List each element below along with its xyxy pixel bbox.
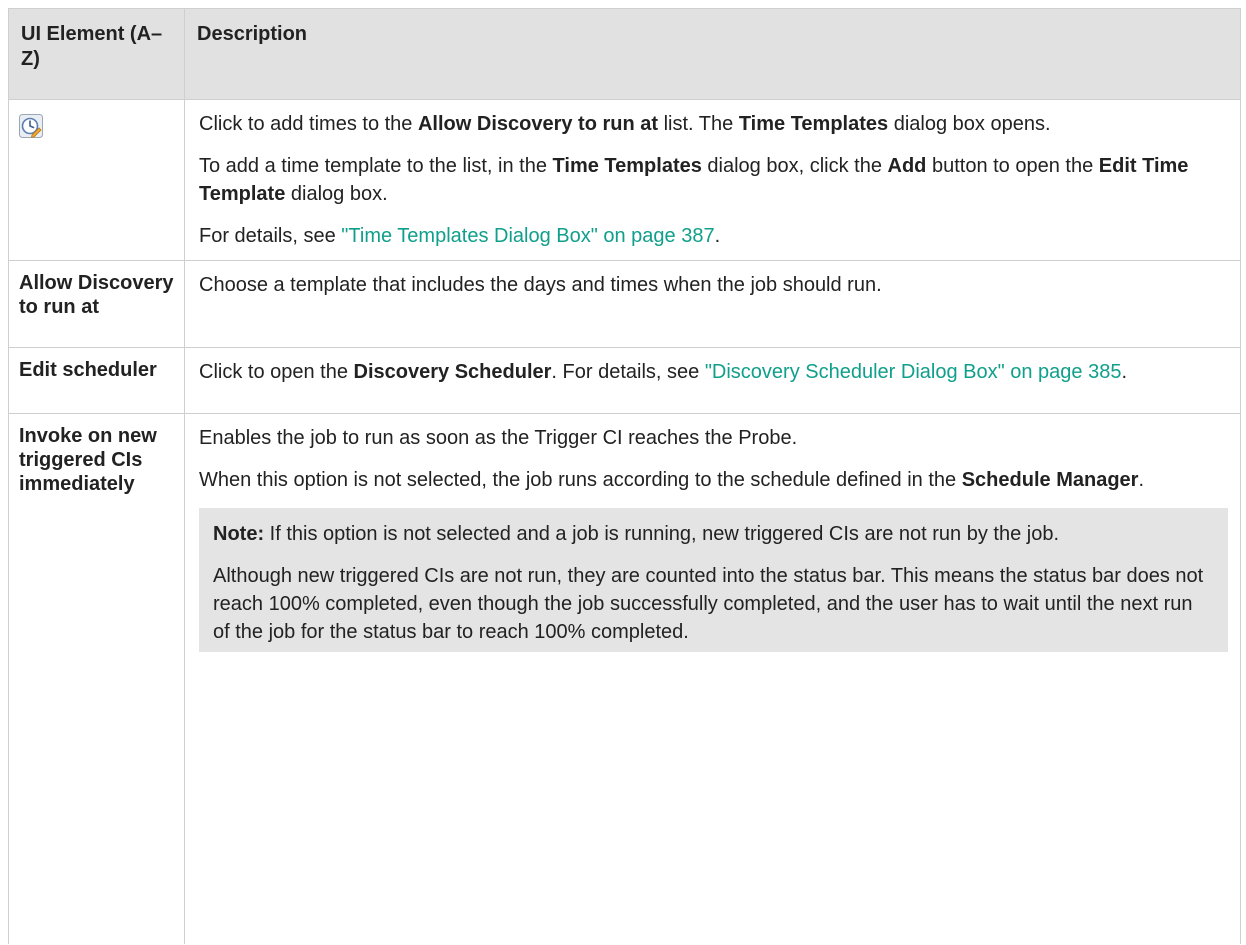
description-cell: Choose a template that includes the days… bbox=[184, 260, 1241, 348]
table-row-edit-scheduler: Edit scheduler Click to open the Discove… bbox=[8, 347, 1241, 414]
table-header-row: UI Element (A–Z) Description bbox=[8, 8, 1241, 100]
description-text: Enables the job to run as soon as the Tr… bbox=[199, 427, 798, 449]
header-ui-element: UI Element (A–Z) bbox=[8, 8, 185, 100]
description-text: To add a time template to the list, in t… bbox=[199, 155, 1189, 205]
description-text: Click to add times to the Allow Discover… bbox=[199, 113, 1051, 135]
note-text: Note: If this option is not selected and… bbox=[213, 523, 1060, 545]
note-text: Although new triggered CIs are not run, … bbox=[213, 565, 1204, 643]
ui-element-name: Allow Discovery to run at bbox=[8, 260, 185, 348]
table-row-icon: Click to add times to the Allow Discover… bbox=[8, 99, 1241, 261]
table-row-invoke: Invoke on new triggered CIs immediately … bbox=[8, 413, 1241, 944]
ui-element-table: UI Element (A–Z) Description Click to ad… bbox=[8, 8, 1241, 944]
time-templates-link[interactable]: "Time Templates Dialog Box" on page 387 bbox=[341, 225, 714, 247]
description-text: Choose a template that includes the days… bbox=[199, 274, 882, 296]
discovery-scheduler-link[interactable]: "Discovery Scheduler Dialog Box" on page… bbox=[705, 361, 1122, 383]
note-label: Note: bbox=[213, 523, 265, 545]
ui-element-cell bbox=[8, 99, 185, 261]
description-text: Click to open the Discovery Scheduler. F… bbox=[199, 361, 1128, 383]
table-row-allow-discovery: Allow Discovery to run at Choose a templ… bbox=[8, 260, 1241, 348]
description-text: For details, see "Time Templates Dialog … bbox=[199, 225, 721, 247]
header-description: Description bbox=[184, 8, 1241, 100]
ui-element-name: Invoke on new triggered CIs immediately bbox=[8, 413, 185, 944]
description-cell: Click to add times to the Allow Discover… bbox=[184, 99, 1241, 261]
note-box: Note: If this option is not selected and… bbox=[199, 508, 1228, 652]
time-template-add-icon[interactable] bbox=[19, 114, 43, 138]
description-text: When this option is not selected, the jo… bbox=[199, 469, 1144, 491]
description-cell: Enables the job to run as soon as the Tr… bbox=[184, 413, 1241, 944]
description-cell: Click to open the Discovery Scheduler. F… bbox=[184, 347, 1241, 414]
ui-element-name: Edit scheduler bbox=[8, 347, 185, 414]
